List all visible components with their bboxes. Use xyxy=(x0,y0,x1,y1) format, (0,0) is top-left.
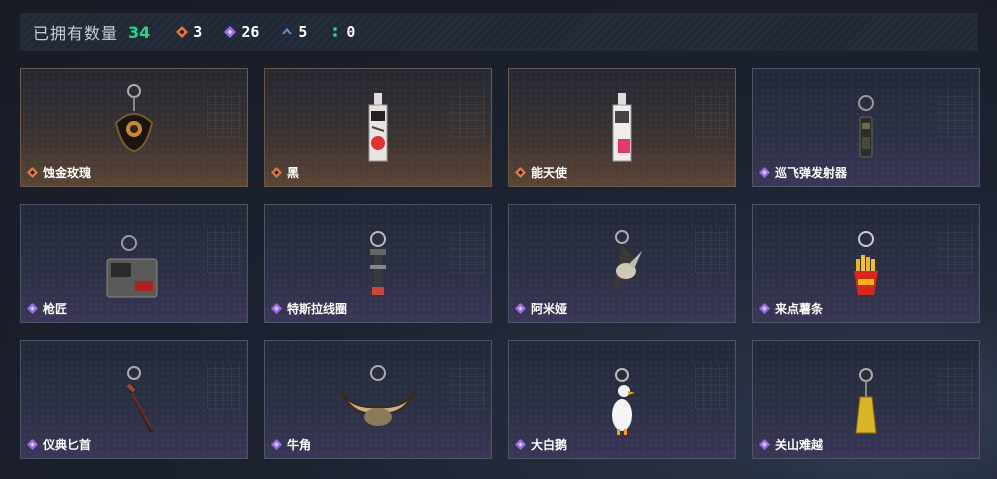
item-card[interactable]: 枪匠 xyxy=(20,204,248,323)
owned-count-label: 已拥有数量 xyxy=(33,24,119,43)
purple-diamond-icon xyxy=(759,439,770,450)
purple-diamond-icon xyxy=(224,26,237,38)
purple-diamond-icon xyxy=(759,303,770,314)
item-name: 能天使 xyxy=(515,164,567,181)
purple-diamond-icon xyxy=(515,439,526,450)
coil-keychain-icon xyxy=(370,231,386,295)
keychain-grid: 蚀金玫瑰 黑 能天使 巡飞弹发射器 枪匠 特斯拉线圈 阿米娅 来点薯条 仪典匕首… xyxy=(20,68,980,459)
item-name: 关山难越 xyxy=(759,436,823,453)
item-card[interactable]: 阿米娅 xyxy=(508,204,736,323)
purple-diamond-icon xyxy=(271,303,282,314)
fries-keychain-icon xyxy=(854,231,878,295)
orange-rarity-count: 3 xyxy=(176,23,202,41)
item-card[interactable]: 仪典匕首 xyxy=(20,340,248,459)
item-name: 黑 xyxy=(271,164,299,181)
item-name: 牛角 xyxy=(271,436,311,453)
goose-keychain-icon xyxy=(612,368,635,435)
green-rarity-count: 0 xyxy=(329,23,355,41)
orange-diamond-icon xyxy=(271,167,282,178)
item-card[interactable]: 特斯拉线圈 xyxy=(264,204,492,323)
blue-rarity-count: 5 xyxy=(281,23,307,41)
dagger-keychain-icon xyxy=(126,366,154,433)
purple-diamond-icon xyxy=(759,167,770,178)
tag-keychain-icon xyxy=(612,93,632,162)
purple-diamond-icon xyxy=(27,439,38,450)
bunny-keychain-icon xyxy=(612,230,642,295)
purple-diamond-icon xyxy=(27,303,38,314)
item-card[interactable]: 能天使 xyxy=(508,68,736,187)
purple-rarity-count: 26 xyxy=(224,23,259,41)
tag-keychain-icon xyxy=(368,93,388,162)
purple-diamond-icon xyxy=(271,439,282,450)
item-card[interactable]: 大白鹅 xyxy=(508,340,736,459)
item-name: 巡飞弹发射器 xyxy=(759,164,847,181)
owned-count-total: 34 xyxy=(128,22,151,42)
horn-keychain-icon xyxy=(340,365,416,426)
blue-chevron-icon xyxy=(282,28,293,34)
item-name: 特斯拉线圈 xyxy=(271,300,347,317)
item-card[interactable]: 巡飞弹发射器 xyxy=(752,68,980,187)
owned-count-bar: 已拥有数量 34 3 26 5 0 xyxy=(20,13,978,51)
rarity-counters: 3 26 5 0 xyxy=(176,23,355,41)
rose-keychain-icon xyxy=(114,84,154,153)
orange-diamond-icon xyxy=(515,167,526,178)
launcher-keychain-icon xyxy=(858,95,874,158)
item-card[interactable]: 黑 xyxy=(264,68,492,187)
orange-diamond-icon xyxy=(27,167,38,178)
item-name: 阿米娅 xyxy=(515,300,567,317)
item-card[interactable]: 来点薯条 xyxy=(752,204,980,323)
item-name: 蚀金玫瑰 xyxy=(27,164,91,181)
toolbox-keychain-icon xyxy=(106,235,158,298)
item-name: 来点薯条 xyxy=(759,300,823,317)
item-card[interactable]: 牛角 xyxy=(264,340,492,459)
green-dots-icon xyxy=(333,27,338,37)
gold-bar-keychain-icon xyxy=(855,368,877,434)
item-name: 大白鹅 xyxy=(515,436,567,453)
purple-diamond-icon xyxy=(515,303,526,314)
item-card[interactable]: 蚀金玫瑰 xyxy=(20,68,248,187)
item-name: 枪匠 xyxy=(27,300,67,317)
item-card[interactable]: 关山难越 xyxy=(752,340,980,459)
item-name: 仪典匕首 xyxy=(27,436,91,453)
orange-diamond-icon xyxy=(176,26,189,38)
